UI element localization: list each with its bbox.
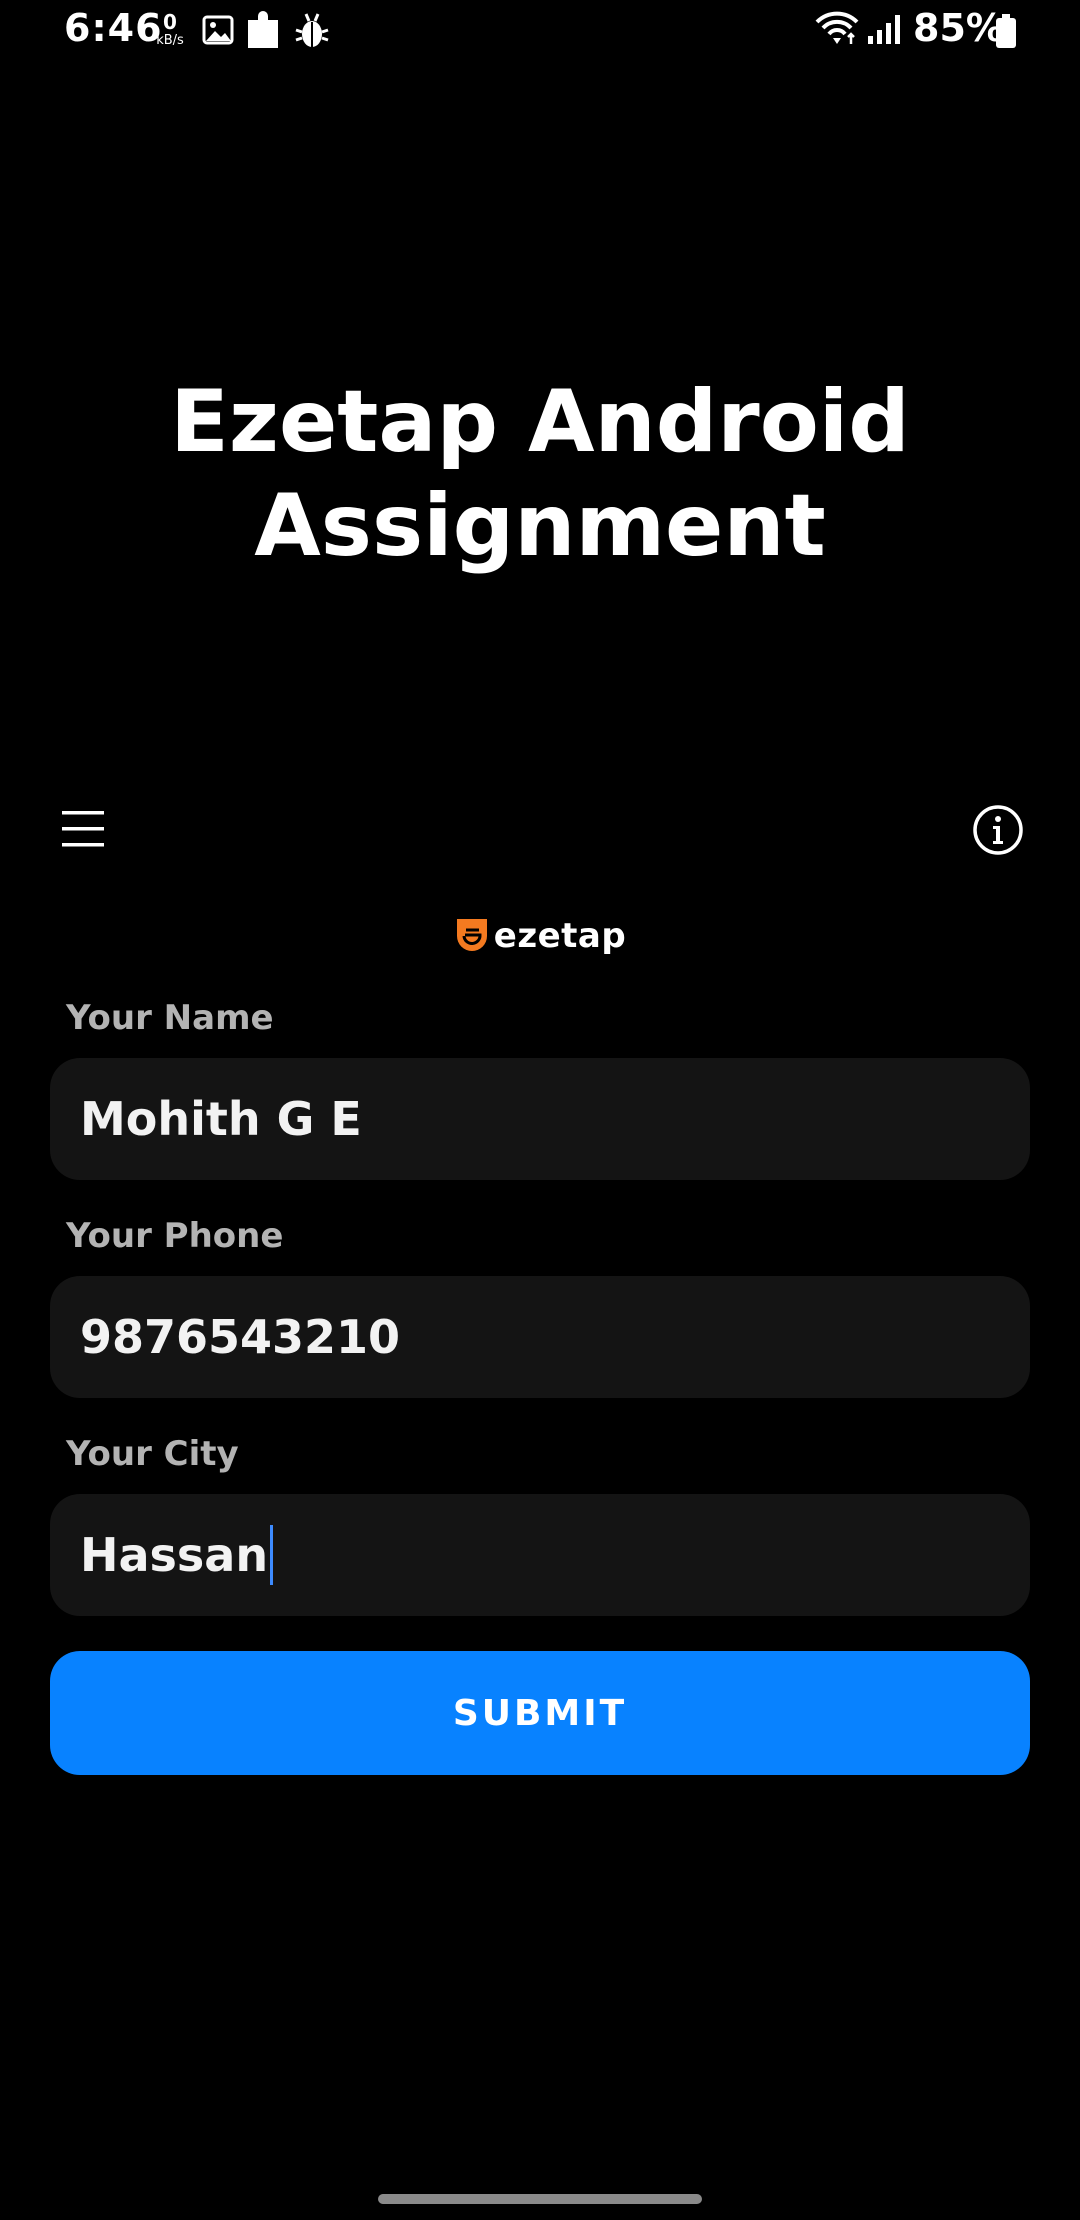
- name-field-value: Mohith G E: [80, 1092, 362, 1146]
- signal-icon: [866, 12, 900, 50]
- ezetap-logo-text: ezetap: [493, 916, 627, 956]
- puzzle-icon: [244, 8, 284, 56]
- name-label: Your Name: [66, 998, 274, 1038]
- city-field-value: Hassan: [80, 1528, 269, 1582]
- phone-label: Your Phone: [66, 1216, 284, 1256]
- text-cursor: [270, 1525, 274, 1585]
- wifi-icon: [815, 10, 859, 50]
- city-label: Your City: [66, 1434, 239, 1474]
- ezetap-logo: ezetap: [0, 916, 1080, 956]
- page-title-line2: Assignment: [254, 476, 826, 576]
- phone-field[interactable]: 9876543210: [50, 1276, 1030, 1398]
- network-speed: 0 kB/s: [152, 12, 188, 47]
- image-icon: [202, 12, 234, 52]
- hamburger-menu-icon[interactable]: [60, 805, 108, 853]
- info-icon[interactable]: [972, 804, 1024, 856]
- page-title-line1: Ezetap Android: [170, 372, 910, 472]
- phone-field-value: 9876543210: [80, 1310, 401, 1364]
- network-speed-value: 0: [163, 10, 177, 34]
- bug-icon: [294, 10, 330, 54]
- name-field[interactable]: Mohith G E: [50, 1058, 1030, 1180]
- ezetap-logo-icon: [454, 916, 490, 956]
- city-field[interactable]: Hassan: [50, 1494, 1030, 1616]
- battery-percent: 85%: [913, 6, 1004, 50]
- submit-button[interactable]: SUBMIT: [50, 1651, 1030, 1775]
- battery-icon: [994, 14, 1018, 54]
- status-time: 6:46: [64, 6, 163, 50]
- home-indicator[interactable]: [378, 2194, 702, 2204]
- network-speed-unit: kB/s: [156, 33, 184, 48]
- page-title: Ezetap Android Assignment: [0, 370, 1080, 578]
- status-bar: 6:46 0 kB/s 85%: [0, 0, 1080, 64]
